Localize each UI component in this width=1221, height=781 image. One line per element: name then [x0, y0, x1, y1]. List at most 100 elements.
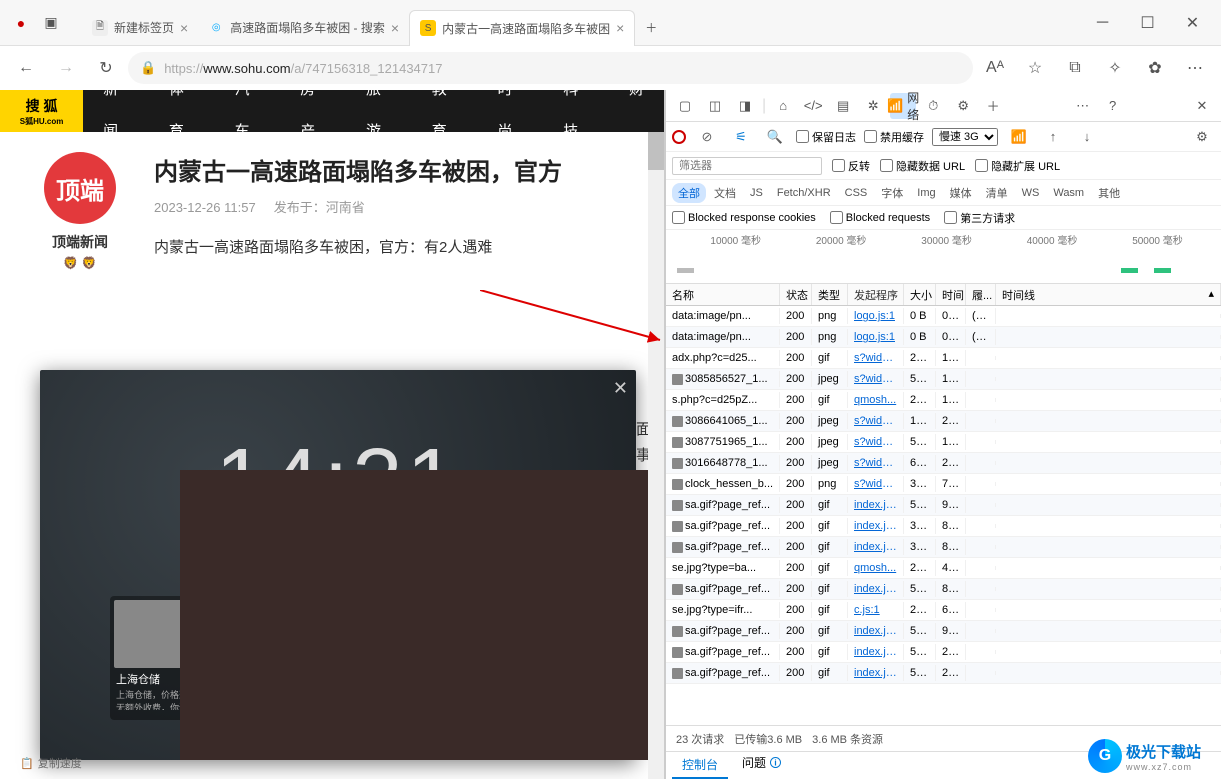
tab-0[interactable]: 🗎 新建标签页 × — [82, 10, 198, 46]
network-row[interactable]: sa.gif?page_ref...200gifindex.js:133 B87… — [666, 537, 1221, 558]
throttling-select[interactable]: 慢速 3G — [932, 128, 998, 146]
back-button[interactable]: ← — [8, 52, 44, 84]
url-input[interactable]: 🔒 https://www.sohu.com/a/747156318_12143… — [128, 52, 973, 84]
row-initiator[interactable]: s?wid=... — [848, 434, 904, 450]
network-row[interactable]: s.php?c=d25pZ...200gifqmosh...22...13... — [666, 390, 1221, 411]
elements-icon[interactable]: </> — [800, 93, 826, 119]
console-tab[interactable]: 控制台 — [672, 752, 728, 779]
network-row[interactable]: data:image/pn...200pnglogo.js:10 B0 ...(… — [666, 306, 1221, 327]
network-row[interactable]: 3086641065_1...200jpegs?wid=...18...22 .… — [666, 411, 1221, 432]
upload-icon[interactable]: ↑ — [1040, 124, 1066, 150]
issues-tab[interactable]: 问题 🛈 — [732, 750, 792, 781]
refresh-button[interactable]: ↻ — [88, 52, 124, 84]
type-filter[interactable]: JS — [744, 185, 769, 201]
download-icon[interactable]: ↓ — [1074, 124, 1100, 150]
row-initiator[interactable]: index.js:1 — [848, 539, 904, 555]
network-row[interactable]: adx.php?c=d25...200gifs?wid=...22...10..… — [666, 348, 1221, 369]
more-icon[interactable]: ⋯ — [1177, 52, 1213, 84]
device-icon[interactable]: ▢ — [672, 93, 698, 119]
blocked-cookies-checkbox[interactable]: Blocked response cookies — [672, 211, 816, 224]
sohu-nav-item[interactable]: 教育 — [412, 90, 478, 153]
row-initiator[interactable]: c.js:1 — [848, 602, 904, 618]
row-initiator[interactable]: qmosh... — [848, 560, 904, 576]
gear-icon[interactable]: ⚙ — [1189, 124, 1215, 150]
type-filter[interactable]: WS — [1016, 185, 1046, 201]
sohu-nav-item[interactable]: 房产 — [280, 90, 346, 153]
media-avatar[interactable]: 顶端 — [44, 152, 116, 224]
network-row[interactable]: 3016648778_1...200jpegs?wid=...62...23 .… — [666, 453, 1221, 474]
sohu-nav-item[interactable]: 时尚 — [478, 90, 544, 153]
col-time[interactable]: 时间 — [936, 284, 966, 305]
record-button[interactable] — [672, 130, 686, 144]
type-filter[interactable]: 媒体 — [944, 183, 978, 203]
collections-icon[interactable]: ⧉ — [1057, 52, 1093, 84]
dock-side-icon[interactable]: ◨ — [732, 93, 758, 119]
sohu-nav-item[interactable]: 体育 — [149, 90, 215, 153]
type-filter[interactable]: 全部 — [672, 183, 706, 203]
debugger-icon[interactable]: ✲ — [860, 93, 886, 119]
row-initiator[interactable]: logo.js:1 — [848, 308, 904, 324]
network-row[interactable]: sa.gif?page_ref...200gifindex.js:154...9… — [666, 495, 1221, 516]
type-filter[interactable]: Fetch/XHR — [771, 185, 837, 201]
network-row[interactable]: 3085856527_1...200jpegs?wid=...50...17 .… — [666, 369, 1221, 390]
network-row[interactable]: sa.gif?page_ref...200gifindex.js:133 B82… — [666, 516, 1221, 537]
sohu-logo[interactable]: 搜 狐S狐HU.com — [0, 90, 83, 132]
blocked-requests-checkbox[interactable]: Blocked requests — [830, 211, 930, 224]
filter-input[interactable] — [672, 157, 822, 175]
new-tab-button[interactable]: ＋ — [635, 10, 667, 46]
reader-icon[interactable]: Aᴬ — [977, 52, 1013, 84]
dock-icon[interactable]: ◫ — [702, 93, 728, 119]
tabs-icon[interactable]: ▣ — [36, 8, 66, 38]
plugin-icon[interactable]: ✿ — [1137, 52, 1173, 84]
media-name[interactable]: 顶端新闻 — [52, 232, 108, 252]
row-initiator[interactable]: index.js:1 — [848, 665, 904, 681]
network-row[interactable]: sa.gif?page_ref...200gifindex.js:154...8… — [666, 579, 1221, 600]
row-initiator[interactable]: index.js:1 — [848, 644, 904, 660]
devtools-close-icon[interactable]: ✕ — [1189, 93, 1215, 119]
preserve-log-checkbox[interactable]: 保留日志 — [796, 129, 856, 145]
type-filter[interactable]: 其他 — [1092, 183, 1126, 203]
col-size[interactable]: 大小 — [904, 284, 936, 305]
row-initiator[interactable]: index.js:1 — [848, 497, 904, 513]
col-status[interactable]: 状态 — [780, 284, 812, 305]
row-initiator[interactable]: index.js:1 — [848, 623, 904, 639]
col-fulfil[interactable]: 履... — [966, 284, 996, 305]
row-initiator[interactable]: qmosh... — [848, 392, 904, 408]
sources-icon[interactable]: ▤ — [830, 93, 856, 119]
close-icon[interactable]: × — [616, 20, 624, 36]
more-tools-icon[interactable]: ＋ — [980, 93, 1006, 119]
row-initiator[interactable]: logo.js:1 — [848, 329, 904, 345]
minimize-button[interactable]: ─ — [1080, 7, 1125, 39]
col-name[interactable]: 名称 — [666, 284, 780, 305]
help-icon[interactable]: ? — [1100, 93, 1126, 119]
col-waterfall[interactable]: 时间线 ▴ — [996, 284, 1221, 305]
sohu-nav-item[interactable]: 汽车 — [215, 90, 281, 153]
type-filter[interactable]: CSS — [839, 185, 874, 201]
close-icon[interactable]: × — [391, 20, 399, 36]
settings-icon[interactable]: ⚙ — [950, 93, 976, 119]
sohu-nav-item[interactable]: 科技 — [543, 90, 609, 153]
favorite-icon[interactable]: ☆ — [1017, 52, 1053, 84]
network-row[interactable]: clock_hessen_b...200pngs?wid=...3.4...73… — [666, 474, 1221, 495]
sohu-nav-item[interactable]: 新闻 — [83, 90, 149, 153]
ad-close-icon[interactable]: ✕ — [613, 378, 628, 399]
network-row[interactable]: data:image/pn...200pnglogo.js:10 B0 ...(… — [666, 327, 1221, 348]
hide-ext-checkbox[interactable]: 隐藏扩展 URL — [975, 158, 1060, 174]
welcome-icon[interactable]: ⌂ — [770, 93, 796, 119]
menu-icon[interactable]: ● — [6, 8, 36, 38]
row-initiator[interactable]: s?wid=... — [848, 350, 904, 366]
scrollbar-thumb[interactable] — [648, 132, 664, 170]
network-row[interactable]: 3087751965_1...200jpegs?wid=...50...17 .… — [666, 432, 1221, 453]
tab-2[interactable]: S 内蒙古一高速路面塌陷多车被困 × — [409, 10, 635, 46]
type-filter[interactable]: 清单 — [980, 183, 1014, 203]
sohu-nav-item[interactable]: 旅游 — [346, 90, 412, 153]
maximize-button[interactable]: ☐ — [1125, 7, 1170, 39]
row-initiator[interactable]: s?wid=... — [848, 371, 904, 387]
wifi-icon[interactable]: 📶 — [1006, 124, 1032, 150]
row-initiator[interactable]: index.js:1 — [848, 518, 904, 534]
hide-data-checkbox[interactable]: 隐藏数据 URL — [880, 158, 965, 174]
performance-icon[interactable]: ⏱ — [920, 93, 946, 119]
scrollbar[interactable] — [648, 132, 664, 779]
type-filter[interactable]: 字体 — [875, 183, 909, 203]
type-filter[interactable]: 文档 — [708, 183, 742, 203]
